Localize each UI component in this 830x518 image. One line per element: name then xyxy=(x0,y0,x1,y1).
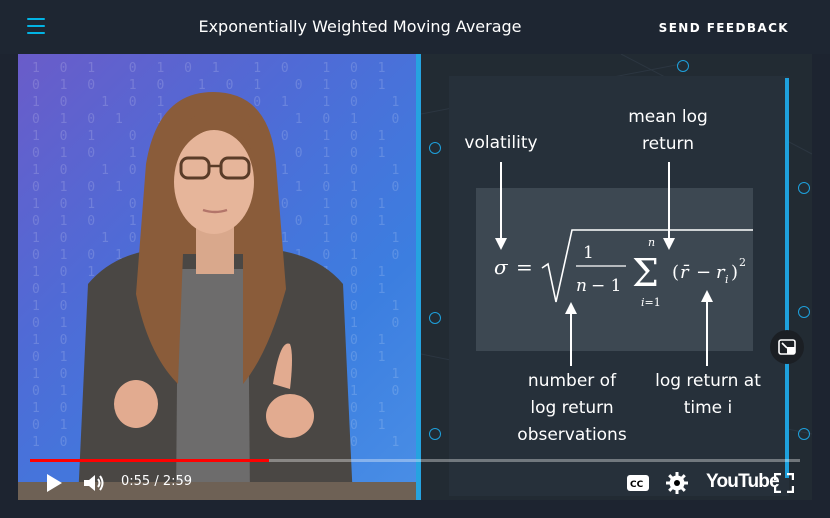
send-feedback-button[interactable]: SEND FEEDBACK xyxy=(659,21,789,35)
picture-in-picture-button[interactable] xyxy=(770,330,804,364)
closed-captions-icon[interactable]: CC xyxy=(626,474,650,492)
pip-icon xyxy=(778,339,796,355)
fullscreen-icon[interactable] xyxy=(774,473,794,493)
page-title: Exponentially Weighted Moving Average xyxy=(0,17,720,36)
time-display: 0:55 / 2:59 xyxy=(121,474,193,489)
annotation-arrows xyxy=(495,162,713,366)
presenter-video-area: 1 0 1 0 1 0 1 1 0 1 0 1 0 1 0 1 0 1 0 1 … xyxy=(18,54,420,500)
top-bar: Exponentially Weighted Moving Average SE… xyxy=(0,0,830,54)
youtube-logo[interactable]: YouTube xyxy=(706,471,780,493)
presenter-figure xyxy=(78,92,353,500)
svg-text:CC: CC xyxy=(630,480,644,490)
play-icon[interactable] xyxy=(44,472,64,494)
settings-gear-icon[interactable] xyxy=(666,472,688,494)
floor-strip xyxy=(18,482,420,500)
video-player[interactable]: 1 0 1 0 1 0 1 1 0 1 0 1 0 1 0 1 0 1 0 1 … xyxy=(18,54,812,500)
page-title-text: Exponentially Weighted Moving Average xyxy=(198,17,522,36)
slide-area: σ = 1 n − 1 n Σ i=1 ( r̄ − r i ) 2 volat… xyxy=(421,54,812,500)
progress-played[interactable] xyxy=(30,459,269,462)
volume-icon[interactable] xyxy=(82,472,108,494)
